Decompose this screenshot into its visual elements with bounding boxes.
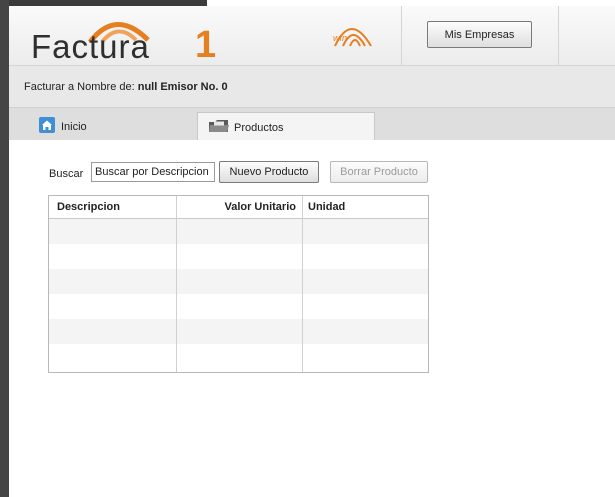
table-header: Descripcion Valor Unitario Unidad [49, 196, 428, 219]
header-divider [401, 6, 402, 65]
facturar-a-nombre: Facturar a Nombre de: null Emisor No. 0 [24, 81, 228, 93]
tab-bar: Inicio Productos [9, 108, 615, 141]
column-header-valor-unitario[interactable]: Valor Unitario [176, 196, 296, 218]
column-divider [176, 196, 177, 372]
productos-table: Descripcion Valor Unitario Unidad [48, 195, 429, 373]
tab-productos[interactable]: Productos [197, 112, 375, 140]
tab-inicio[interactable]: Inicio [33, 112, 193, 140]
app-header: Factura 1 wfn Mis Empresas [9, 6, 615, 66]
logo-digit: 1 [195, 24, 217, 66]
table-row[interactable] [49, 244, 428, 269]
productos-panel: Buscar Nuevo Producto Borrar Producto De… [9, 140, 615, 497]
search-label: Buscar [49, 168, 84, 180]
mis-empresas-button[interactable]: Mis Empresas [427, 21, 532, 48]
borrar-producto-button[interactable]: Borrar Producto [330, 161, 428, 183]
info-bar: Facturar a Nombre de: null Emisor No. 0 [9, 66, 615, 108]
table-row[interactable] [49, 269, 428, 294]
home-icon [39, 117, 55, 133]
folder-icon [209, 120, 229, 132]
tab-inicio-label: Inicio [61, 121, 87, 133]
brand-mark-label: wfn [333, 33, 348, 43]
header-divider [558, 6, 559, 65]
column-header-unidad[interactable]: Unidad [308, 196, 408, 218]
window-left-edge [0, 0, 9, 497]
tab-productos-label: Productos [234, 122, 284, 134]
column-divider [302, 196, 303, 372]
column-header-descripcion[interactable]: Descripcion [57, 196, 175, 218]
brand-mark: wfn [327, 16, 377, 50]
info-prefix: Facturar a Nombre de: [24, 81, 138, 93]
table-row[interactable] [49, 294, 428, 319]
table-row[interactable] [49, 344, 428, 369]
nuevo-producto-button[interactable]: Nuevo Producto [219, 161, 319, 183]
app-window: Factura 1 wfn Mis Empresas Facturar a No… [9, 6, 615, 497]
search-input[interactable] [91, 162, 215, 182]
table-row[interactable] [49, 219, 428, 244]
info-value: null Emisor No. 0 [137, 81, 228, 93]
app-logo: Factura 1 [31, 16, 221, 66]
table-row[interactable] [49, 319, 428, 344]
logo-text: Factura [31, 28, 150, 65]
